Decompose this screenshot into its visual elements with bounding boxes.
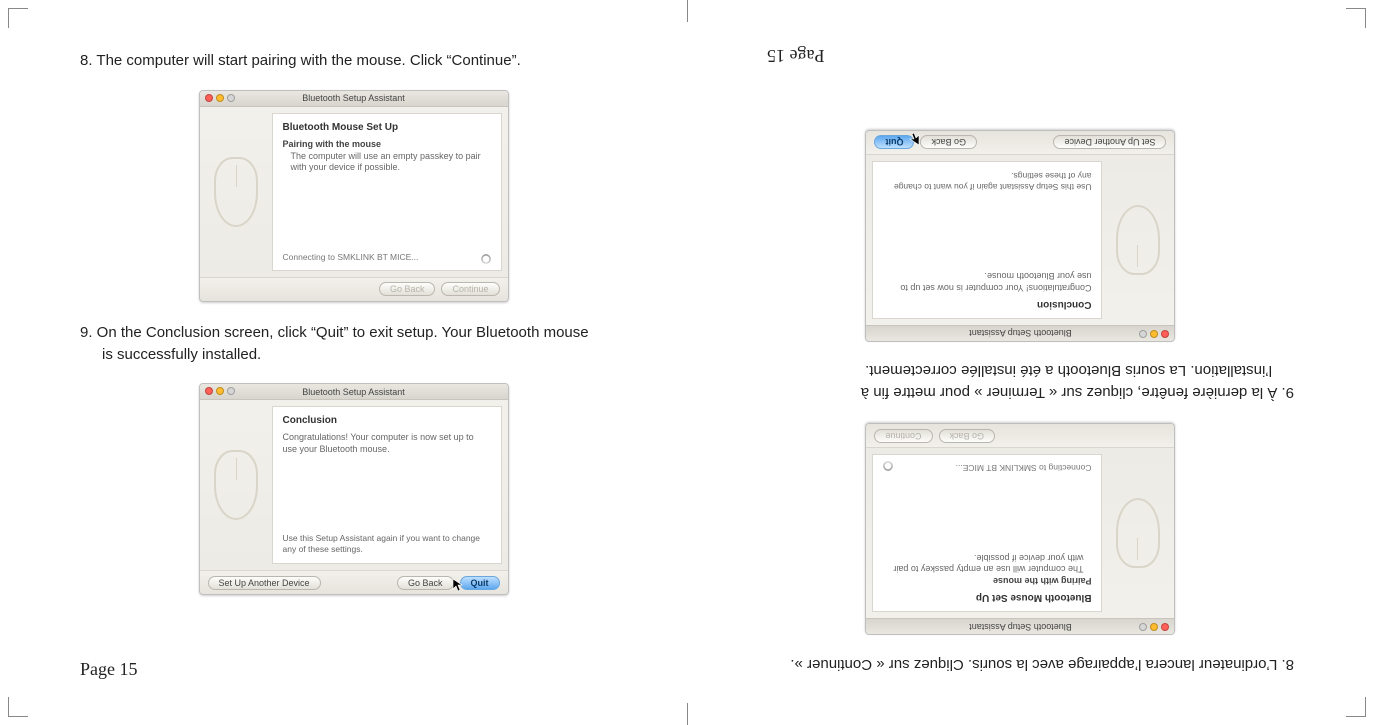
- minimize-icon[interactable]: [1151, 330, 1159, 338]
- window-controls: [1140, 330, 1170, 338]
- panel-heading: Conclusion: [884, 299, 1092, 310]
- window-title: Bluetooth Setup Assistant: [302, 93, 405, 103]
- titlebar: Bluetooth Setup Assistant: [200, 91, 508, 107]
- window-controls: [205, 387, 235, 395]
- pairing-window: Bluetooth Setup Assistant Bluetooth Mous…: [199, 90, 509, 302]
- window-body: Conclusion Congratulations! Your compute…: [867, 155, 1175, 325]
- window-body: Bluetooth Mouse Set Up Pairing with the …: [200, 107, 508, 277]
- sidebar-illustration: [200, 400, 272, 570]
- step-9-text: 9. On the Conclusion screen, click “Quit…: [80, 322, 627, 366]
- mouse-icon: [214, 450, 258, 520]
- content-panel: Conclusion Congratulations! Your compute…: [272, 406, 502, 564]
- go-back-button[interactable]: Go Back: [939, 429, 996, 443]
- window-controls: [205, 94, 235, 102]
- status-text: Connecting to SMKLINK BT MICE...: [283, 252, 419, 262]
- step-9-line1: 9. On the Conclusion screen, click “Quit…: [80, 324, 589, 341]
- quit-button[interactable]: Quit: [875, 135, 915, 149]
- minimize-icon[interactable]: [216, 387, 224, 395]
- panel-body-text: The computer will use an empty passkey t…: [884, 551, 1092, 574]
- window-body: Bluetooth Mouse Set Up Pairing with the …: [867, 448, 1175, 618]
- setup-another-button[interactable]: Set Up Another Device: [208, 576, 321, 590]
- mouse-icon: [1117, 205, 1161, 275]
- titlebar: Bluetooth Setup Assistant: [867, 618, 1175, 634]
- page-right: 8. L’ordinateur lancera l’appairage avec…: [687, 0, 1374, 725]
- window-body: Conclusion Congratulations! Your compute…: [200, 400, 508, 570]
- panel-body-text: Congratulations! Your computer is now se…: [283, 432, 491, 455]
- step-9-text: 9. À la dernière fenêtre, cliquez sur « …: [747, 360, 1294, 404]
- page-number: Page 15: [767, 45, 825, 66]
- content-panel: Bluetooth Mouse Set Up Pairing with the …: [873, 454, 1103, 612]
- step-9-line2: l’installation. La souris Bluetooth a ét…: [747, 360, 1294, 382]
- page-left: 8. The computer will start pairing with …: [0, 0, 687, 725]
- titlebar: Bluetooth Setup Assistant: [200, 384, 508, 400]
- go-back-button[interactable]: Go Back: [397, 576, 454, 590]
- window-title: Bluetooth Setup Assistant: [302, 387, 405, 397]
- spinner-icon: [481, 254, 491, 264]
- panel-footnote: Use this Setup Assistant again if you wa…: [884, 170, 1092, 192]
- minimize-icon[interactable]: [1151, 623, 1159, 631]
- footer-bar: Go Back Continue: [200, 277, 508, 301]
- window-title: Bluetooth Setup Assistant: [969, 328, 1072, 338]
- go-back-button[interactable]: Go Back: [921, 135, 978, 149]
- mouse-icon: [214, 157, 258, 227]
- sidebar-illustration: [1103, 448, 1175, 618]
- step-8-text: 8. The computer will start pairing with …: [80, 50, 627, 72]
- continue-button[interactable]: Continue: [875, 429, 933, 443]
- step-9-line2: is successfully installed.: [80, 344, 627, 366]
- content-panel: Conclusion Congratulations! Your compute…: [873, 161, 1103, 319]
- go-back-button[interactable]: Go Back: [379, 282, 436, 296]
- titlebar: Bluetooth Setup Assistant: [867, 325, 1175, 341]
- panel-body-text: The computer will use an empty passkey t…: [283, 151, 491, 174]
- zoom-icon[interactable]: [227, 94, 235, 102]
- conclusion-window: Bluetooth Setup Assistant Conclusion Con…: [199, 383, 509, 595]
- footer-bar: Go Back Continue: [867, 424, 1175, 448]
- minimize-icon[interactable]: [216, 94, 224, 102]
- close-icon[interactable]: [1162, 623, 1170, 631]
- window-title: Bluetooth Setup Assistant: [969, 622, 1072, 632]
- spinner-icon: [884, 461, 894, 471]
- sidebar-illustration: [1103, 155, 1175, 325]
- zoom-icon[interactable]: [1140, 330, 1148, 338]
- close-icon[interactable]: [1162, 330, 1170, 338]
- mouse-icon: [1117, 498, 1161, 568]
- panel-footnote: Use this Setup Assistant again if you wa…: [283, 533, 491, 555]
- zoom-icon[interactable]: [227, 387, 235, 395]
- setup-another-button[interactable]: Set Up Another Device: [1053, 135, 1166, 149]
- continue-button[interactable]: Continue: [441, 282, 499, 296]
- sidebar-illustration: [200, 107, 272, 277]
- conclusion-window: Bluetooth Setup Assistant Conclusion Con…: [866, 130, 1176, 342]
- quit-button[interactable]: Quit: [460, 576, 500, 590]
- panel-body-text: Congratulations! Your computer is now se…: [884, 269, 1092, 292]
- page-spread: 8. The computer will start pairing with …: [0, 0, 1374, 725]
- panel-heading: Bluetooth Mouse Set Up: [283, 122, 491, 133]
- panel-subheading: Pairing with the mouse: [884, 576, 1092, 586]
- footer-bar: Set Up Another Device Go Back Quit: [200, 570, 508, 594]
- step-8-text: 8. L’ordinateur lancera l’appairage avec…: [747, 653, 1294, 675]
- close-icon[interactable]: [205, 94, 213, 102]
- panel-subheading: Pairing with the mouse: [283, 139, 491, 149]
- close-icon[interactable]: [205, 387, 213, 395]
- footer-bar: Set Up Another Device Go Back Quit: [867, 131, 1175, 155]
- panel-heading: Bluetooth Mouse Set Up: [884, 592, 1092, 603]
- panel-heading: Conclusion: [283, 415, 491, 426]
- window-controls: [1140, 623, 1170, 631]
- step-9-line1: 9. À la dernière fenêtre, cliquez sur « …: [861, 384, 1294, 401]
- page-number: Page 15: [80, 659, 138, 680]
- status-text: Connecting to SMKLINK BT MICE...: [956, 463, 1092, 473]
- zoom-icon[interactable]: [1140, 623, 1148, 631]
- pairing-window: Bluetooth Setup Assistant Bluetooth Mous…: [866, 423, 1176, 635]
- content-panel: Bluetooth Mouse Set Up Pairing with the …: [272, 113, 502, 271]
